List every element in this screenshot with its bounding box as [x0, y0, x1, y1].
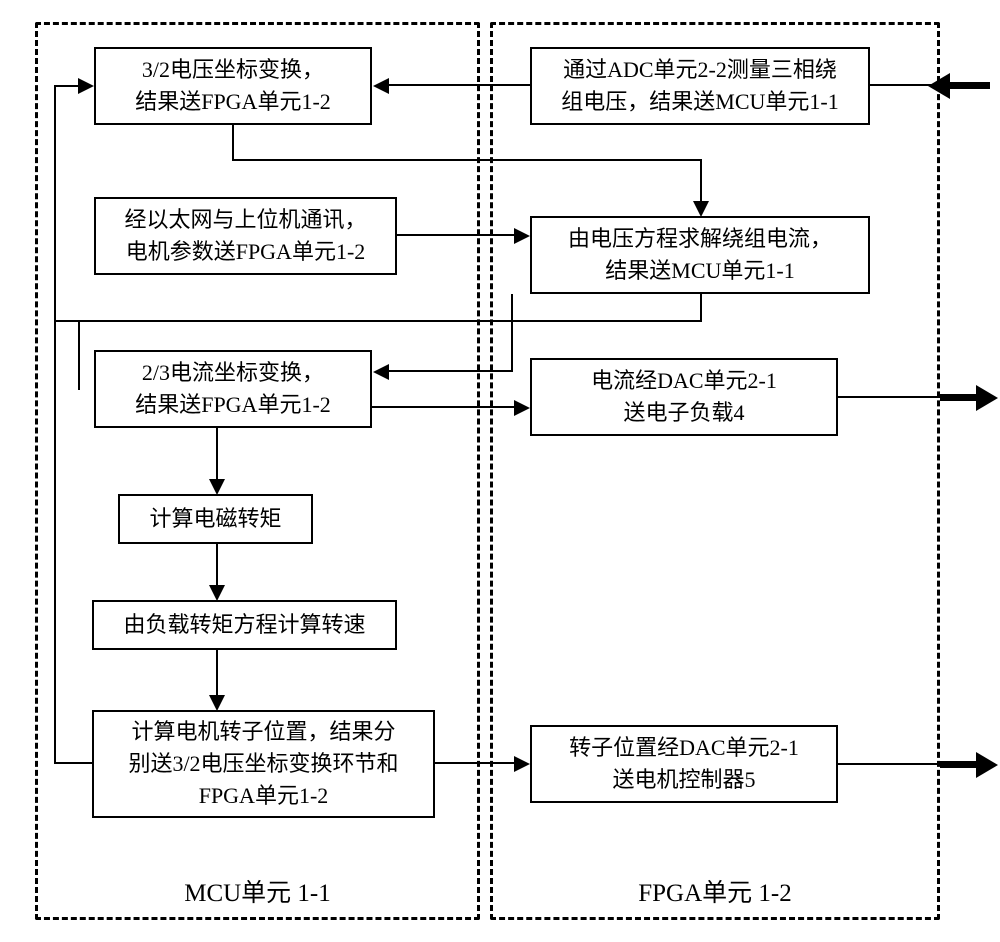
arrow-fb-h1 [54, 762, 92, 764]
text-line: 计算电磁转矩 [149, 503, 281, 535]
text-line: 计算电机转子位置，结果分 [128, 716, 398, 748]
box-ethernet-comm: 经以太网与上位机通讯， 电机参数送FPGA单元1-2 [94, 197, 397, 275]
box-voltage-transform-32: 3/2电压坐标变换， 结果送FPGA单元1-2 [94, 47, 372, 125]
box-current-transform-23: 2/3电流坐标变换， 结果送FPGA单元1-2 [94, 350, 372, 428]
arrow-a1-b2-h [232, 159, 702, 161]
arrow-a4-a5 [216, 544, 218, 586]
text-line: 电机参数送FPGA单元1-2 [124, 236, 366, 268]
arrowhead-fb [78, 78, 94, 94]
text-line: 由负载转矩方程计算转速 [123, 609, 365, 641]
text-line: 送电子负载4 [591, 397, 777, 429]
text-line: 由电压方程求解绕组电流， [568, 223, 832, 255]
arrow-a5-a6 [216, 650, 218, 696]
box-rotor-dac: 转子位置经DAC单元2-1 送电机控制器5 [530, 725, 838, 803]
box-calc-rotor-pos: 计算电机转子位置，结果分 别送3/2电压坐标变换环节和 FPGA单元1-2 [92, 710, 435, 818]
arrowhead-a1-b2 [693, 201, 709, 217]
arrow-ext-b1 [870, 84, 950, 86]
text-line: 2/3电流坐标变换， [135, 357, 331, 389]
arrowhead-b1-a1 [373, 78, 389, 94]
arrow-b2-a3-h2 [388, 370, 513, 372]
arrow-in-b1 [948, 82, 990, 89]
text-line: 结果送MCU单元1-1 [568, 255, 832, 287]
arrow-b1-a1 [388, 84, 530, 86]
arrow-out-b3 [940, 394, 978, 401]
text-line: 结果送FPGA单元1-2 [135, 86, 331, 118]
arrow-b4-ext [838, 763, 943, 765]
text-line: 转子位置经DAC单元2-1 [569, 732, 799, 764]
arrow-fb-v [54, 85, 56, 764]
arrowhead-a3-a4 [209, 479, 225, 495]
arrow-out-b4 [940, 761, 978, 768]
box-current-dac: 电流经DAC单元2-1 送电子负载4 [530, 358, 838, 436]
text-line: 电流经DAC单元2-1 [591, 365, 777, 397]
text-line: 组电压，结果送MCU单元1-1 [561, 86, 838, 118]
arrowhead-in-b1 [928, 73, 950, 99]
arrow-a6-b4 [435, 762, 515, 764]
box-calc-torque: 计算电磁转矩 [118, 494, 313, 544]
arrow-a1-b2-v2 [700, 159, 702, 202]
text-line: 3/2电压坐标变换， [135, 54, 331, 86]
arrowhead-a4-a5 [209, 585, 225, 601]
box-calc-speed: 由负载转矩方程计算转速 [92, 600, 397, 650]
text-line: 送电机控制器5 [569, 764, 799, 796]
arrow-a2-b2 [397, 234, 515, 236]
arrow-a1-b2-v [232, 125, 234, 161]
text-line: 经以太网与上位机通讯， [124, 204, 366, 236]
fpga-label: FPGA单元 1-2 [493, 873, 937, 909]
box-adc-measure: 通过ADC单元2-2测量三相绕 组电压，结果送MCU单元1-1 [530, 47, 870, 125]
arrowhead-out-b3 [976, 385, 998, 411]
arrow-b3-ext [838, 396, 943, 398]
arrow-branch-a3-h [54, 320, 80, 322]
text-line: FPGA单元1-2 [128, 780, 398, 812]
arrowhead-b2-a3 [373, 364, 389, 380]
box-solve-current: 由电压方程求解绕组电流， 结果送MCU单元1-1 [530, 216, 870, 294]
arrowhead-out-b4 [976, 752, 998, 778]
arrow-a3-b3 [372, 406, 515, 408]
arrow-fb-h2 [54, 85, 79, 87]
arrow-b2-a3-h [78, 320, 702, 322]
arrowhead-a2-b2 [514, 228, 530, 244]
arrowhead-a5-a6 [209, 695, 225, 711]
mcu-label: MCU单元 1-1 [38, 873, 477, 909]
arrow-branch-a3-v [78, 320, 80, 390]
text-line: 别送3/2电压坐标变换环节和 [128, 748, 398, 780]
text-line: 结果送FPGA单元1-2 [135, 389, 331, 421]
arrow-a3-a4 [216, 428, 218, 480]
arrowhead-a6-b4 [514, 756, 530, 772]
text-line: 通过ADC单元2-2测量三相绕 [561, 54, 838, 86]
arrow-b2-a3-v [700, 294, 702, 322]
arrow-b2-a3-v3 [511, 294, 513, 372]
arrowhead-a3-b3 [514, 400, 530, 416]
